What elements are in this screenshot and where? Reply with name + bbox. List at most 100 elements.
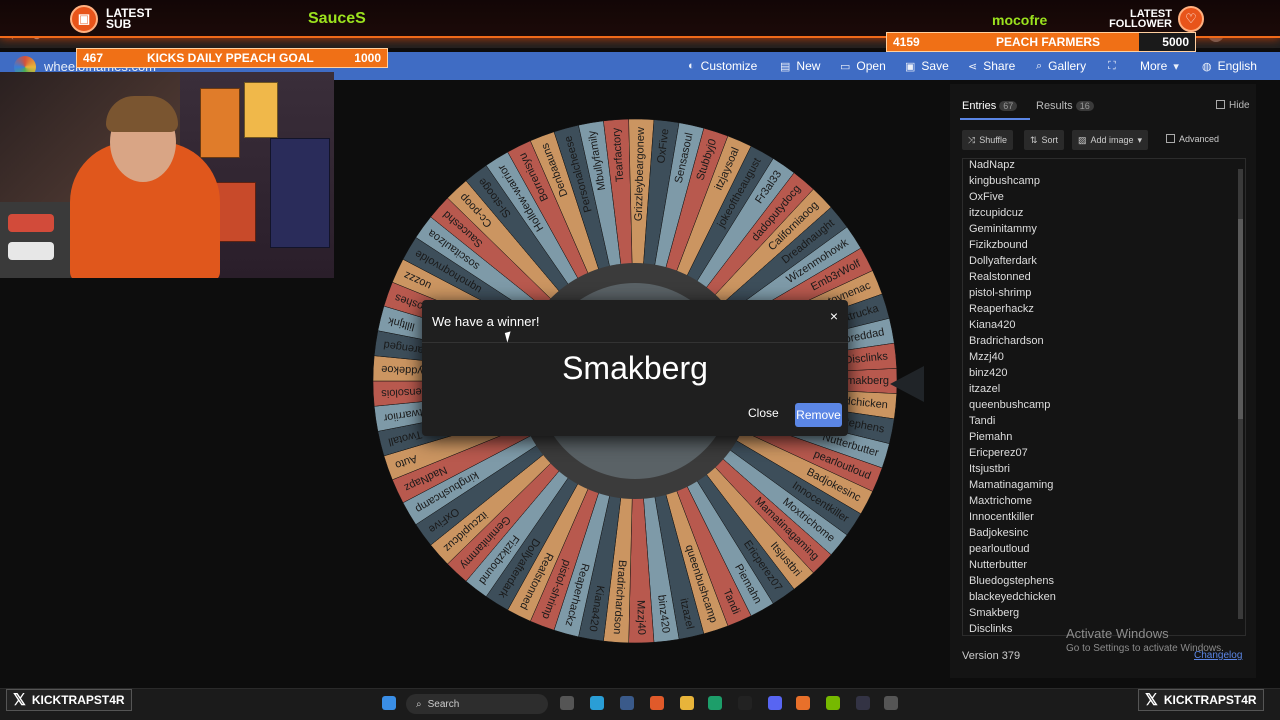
poster [244,82,278,138]
hide-toggle[interactable]: Hide [1216,100,1250,111]
folder-icon: ▭ [840,60,851,73]
version-label: Version 379 [962,650,1021,662]
twitch-icon: ▣ [70,5,98,33]
discord-icon[interactable] [768,696,782,710]
latest-follower-widget: LATEST FOLLOWER ♡ [1094,6,1204,32]
entry-item[interactable]: Mamatinagaming [969,477,1245,493]
entry-item[interactable]: Fizikzbound [969,237,1245,253]
entry-item[interactable]: queenbushcamp [969,397,1245,413]
x-logo-icon: 𝕏 [1145,692,1158,709]
entry-item[interactable]: blackeyedchicken [969,589,1245,605]
customize-button[interactable]: ◐ Customize [688,52,757,80]
close-icon[interactable]: × [830,308,838,324]
close-button[interactable]: Close [748,406,779,420]
entry-item[interactable]: Itsjustbri [969,461,1245,477]
entry-item[interactable]: Dollyafterdark [969,253,1245,269]
entries-textarea[interactable]: NadNapz kingbushcamp OxFive itzcupidcuz Gemi… [962,158,1246,636]
advanced-toggle[interactable]: Advanced [1166,134,1219,144]
entry-item[interactable]: pearloutloud [969,541,1245,557]
tiktok-icon[interactable] [738,696,752,710]
gallery-button[interactable]: ⌕ Gallery [1036,52,1086,80]
nvidia-icon[interactable] [826,696,840,710]
entries-count-badge: 67 [999,101,1018,111]
entry-item[interactable]: itzcupidcuz [969,205,1245,221]
edge-icon[interactable] [708,696,722,710]
chevron-down-icon: ▾ [1137,134,1143,145]
scrollbar[interactable] [1238,169,1243,619]
scrollbar-thumb[interactable] [1238,219,1243,419]
entry-item[interactable]: Maxtrichome [969,493,1245,509]
shuffle-icon: ⤨ [968,134,976,145]
sort-button[interactable]: ⇅ Sort [1024,130,1065,150]
open-button[interactable]: ▭ Open [840,52,886,80]
entry-item[interactable]: Geminitammy [969,221,1245,237]
heart-icon: ♡ [1178,6,1204,32]
entry-item[interactable]: Bluedogstephens [969,573,1245,589]
entry-item[interactable]: Tandi [969,413,1245,429]
file-icon: ▤ [780,60,791,73]
entries-panel: Entries 67 Results 16 Hide ⤨ Shuffle ⇅ Sort … [950,84,1256,678]
goal-current: 4159 [893,35,920,49]
dialog-title: We have a winner! [432,314,540,329]
obs-icon[interactable] [856,696,870,710]
app-icon[interactable] [884,696,898,710]
poster [200,88,240,158]
entry-item[interactable]: pistol-shrimp [969,285,1245,301]
new-button[interactable]: ▤ New [780,52,820,80]
latest-sub-widget: ▣ LATEST SUB [70,4,210,34]
share-button[interactable]: ⋖ Share [968,52,1015,80]
follower-goal-bar: 4159 PEACH FARMERS 5000 [886,32,1196,52]
add-image-button[interactable]: ▨ Add image ▾ [1072,130,1149,150]
remove-button[interactable]: Remove [795,403,842,427]
entry-item[interactable]: Mzzj40 [969,349,1245,365]
winner-name: Smakberg [562,350,708,386]
entry-item[interactable]: binz420 [969,365,1245,381]
entry-item[interactable]: Ericperez07 [969,445,1245,461]
sort-icon: ⇅ [1030,134,1038,145]
active-tab-indicator [960,118,1030,120]
entry-item[interactable]: itzazel [969,381,1245,397]
language-button[interactable]: ◍ English [1202,52,1257,80]
activate-windows-title: Activate Windows [1066,626,1169,641]
more-button[interactable]: More ▾ [1140,52,1179,80]
entry-item[interactable]: Reaperhackz [969,301,1245,317]
brave-icon[interactable] [650,696,664,710]
x-handle-right: 𝕏 KICKTRAPST4R [1138,689,1264,711]
fullscreen-button[interactable]: ⛶ [1108,52,1116,80]
taskbar-search[interactable]: ⌕ Search [406,694,548,714]
wheel-segment-label: Mzzj40 [634,600,647,635]
save-button[interactable]: ▣ Save [905,52,949,80]
entry-item[interactable]: Smakberg [969,605,1245,621]
tab-entries[interactable]: Entries 67 [962,100,1018,112]
folder-icon[interactable] [680,696,694,710]
chevron-down-icon: ▾ [1173,60,1179,73]
entry-item[interactable]: Nutterbutter [969,557,1245,573]
entry-item[interactable]: OxFive [969,189,1245,205]
checkbox[interactable] [1166,134,1175,143]
app-icon[interactable] [590,696,604,710]
entry-item[interactable]: Innocentkiller [969,509,1245,525]
winner-dialog: We have a winner! × Smakberg Close Remov… [422,300,848,436]
entry-item[interactable]: Bradrichardson [969,333,1245,349]
shuffle-button[interactable]: ⤨ Shuffle [962,130,1014,150]
steam-icon[interactable] [620,696,634,710]
entry-item[interactable]: Badjokesinc [969,525,1245,541]
x-logo-icon: 𝕏 [13,692,26,709]
shoe [8,242,54,260]
save-icon: ▣ [905,60,916,73]
entry-item[interactable]: kingbushcamp [969,173,1245,189]
sponsor-left: SauceS [308,10,366,27]
wheel-pointer-icon [890,366,924,402]
goal-target: 5000 [1139,33,1195,51]
wheel-segment-label: Grizzleybeargonew [633,127,647,221]
entry-item[interactable]: Kiana420 [969,317,1245,333]
entry-item[interactable]: Realstonned [969,269,1245,285]
tab-results[interactable]: Results 16 [1036,100,1094,112]
streamer-hair [106,96,178,132]
entry-item[interactable]: NadNapz [969,159,1245,173]
windows-start-icon[interactable] [382,696,396,710]
entry-item[interactable]: Piemahn [969,429,1245,445]
task-view-icon[interactable] [560,696,574,710]
firefox-icon[interactable] [796,696,810,710]
checkbox[interactable] [1216,100,1225,109]
